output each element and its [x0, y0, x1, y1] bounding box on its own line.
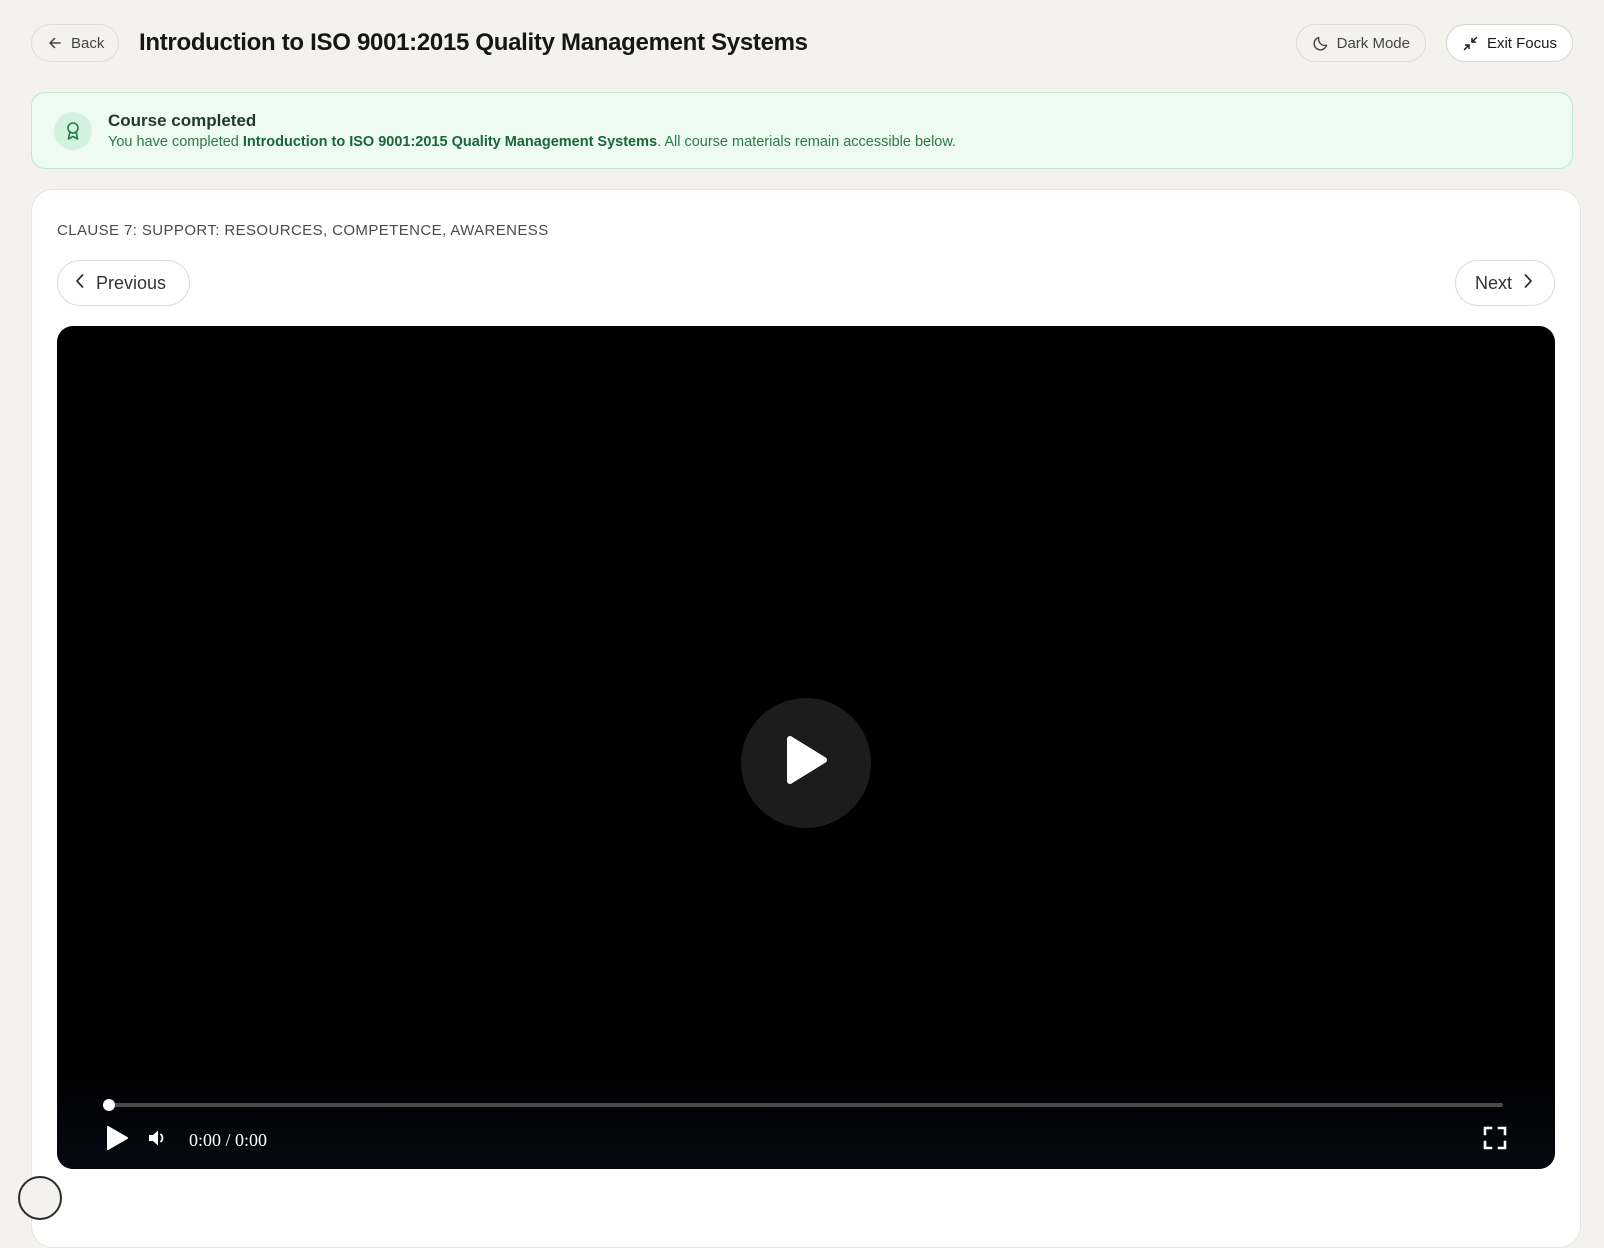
back-label: Back [71, 34, 105, 52]
play-button[interactable] [105, 1125, 129, 1156]
fullscreen-button[interactable] [1483, 1126, 1507, 1155]
fullscreen-icon [1483, 1126, 1507, 1155]
seek-bar[interactable] [103, 1099, 1503, 1111]
arrow-left-icon [47, 35, 63, 51]
dark-mode-button[interactable]: Dark Mode [1295, 24, 1426, 62]
top-bar: Back Introduction to ISO 9001:2015 Quali… [31, 24, 1573, 62]
previous-button[interactable]: Previous [57, 260, 190, 306]
dark-mode-label: Dark Mode [1336, 34, 1410, 52]
chevron-left-icon [74, 272, 86, 295]
volume-button[interactable] [147, 1128, 169, 1153]
course-completed-banner: Course completed You have completed Intr… [31, 92, 1573, 169]
completed-course-name: Introduction to ISO 9001:2015 Quality Ma… [242, 134, 658, 150]
previous-label: Previous [96, 272, 167, 293]
banner-message-prefix: You have completed [108, 134, 243, 150]
moon-icon [1312, 35, 1329, 52]
section-label: CLAUSE 7: SUPPORT: RESOURCES, COMPETENCE… [57, 222, 549, 239]
exit-focus-label: Exit Focus [1486, 34, 1557, 52]
video-controls: 0:00 / 0:00 [57, 1069, 1555, 1169]
page-title: Introduction to ISO 9001:2015 Quality Ma… [139, 29, 808, 56]
banner-message-suffix: . All course materials remain accessible… [657, 134, 957, 150]
exit-focus-button[interactable]: Exit Focus [1445, 24, 1573, 62]
chevron-right-icon [1522, 272, 1534, 295]
award-icon [54, 111, 92, 150]
play-icon [105, 1125, 129, 1156]
minimize-icon [1462, 35, 1479, 52]
lesson-card: CLAUSE 7: SUPPORT: RESOURCES, COMPETENCE… [31, 189, 1581, 1248]
video-player[interactable]: 0:00 / 0:00 [57, 326, 1555, 1169]
next-label: Next [1475, 272, 1513, 293]
next-button[interactable]: Next [1455, 260, 1555, 306]
time-display: 0:00 / 0:00 [189, 1129, 268, 1150]
avatar[interactable] [18, 1176, 62, 1220]
volume-icon [147, 1128, 169, 1153]
seek-thumb[interactable] [103, 1099, 115, 1111]
back-button[interactable]: Back [31, 24, 119, 62]
big-play-button[interactable] [741, 697, 871, 828]
banner-title: Course completed [108, 111, 257, 130]
play-icon [784, 735, 828, 790]
banner-message: You have completed Introduction to ISO 9… [108, 134, 956, 150]
